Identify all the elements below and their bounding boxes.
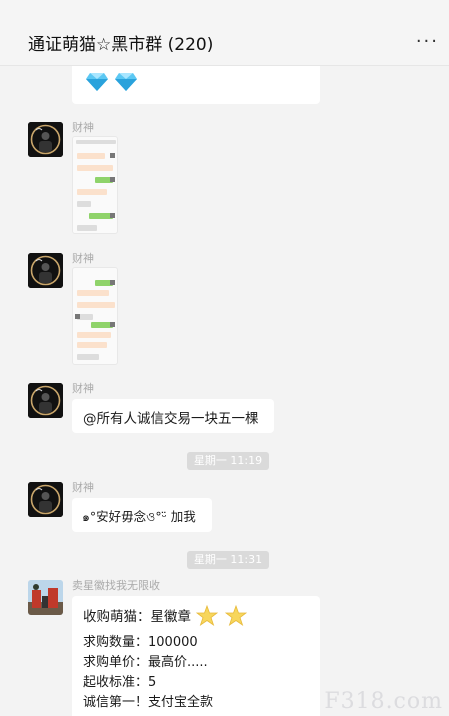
message-bubble[interactable]: @所有人诚信交易一块五一棵 [72, 399, 274, 433]
avatar-caishen[interactable] [28, 253, 63, 288]
diamond-icon [86, 73, 108, 91]
watermark: F318.com [324, 689, 443, 714]
chat-header: 通证萌猫☆黑市群 (220) ... [0, 0, 449, 66]
message-line: 诚信第一！支付宝全款 [83, 695, 214, 710]
message-bubble-poster[interactable]: 收购萌猫：星徽章 求购数量：100000 求购单价：最高价..... 起收标准：… [72, 596, 320, 716]
message-line: 求购单价：最高价..... [83, 655, 208, 670]
message-line: 起收标准：5 [83, 675, 157, 690]
message-line: 收购萌猫：星徽章 [83, 609, 191, 625]
message-list[interactable]: 财神 财神 财神 @所有人诚信交易一块五一棵 星期一 11:19 财神 ๑°安好… [0, 66, 449, 716]
message-text: ๑°安好毋念ও°ᵕ̈ 加我 [82, 509, 196, 524]
star-badge-icon [196, 605, 218, 627]
message-bubble[interactable]: ๑°安好毋念ও°ᵕ̈ 加我 [72, 498, 212, 532]
avatar-seller[interactable] [28, 580, 63, 615]
diamond-icon [115, 73, 137, 91]
timestamp: 星期一 11:31 [187, 551, 269, 569]
screenshot-image[interactable] [72, 136, 118, 234]
message-line: 求购数量：100000 [83, 635, 198, 650]
more-options-button[interactable]: ... [416, 26, 439, 47]
avatar-caishen[interactable] [28, 383, 63, 418]
sender-name: 卖星徽找我无限收 [72, 579, 160, 592]
sender-name: 财神 [72, 481, 94, 494]
message-text: @所有人诚信交易一块五一棵 [83, 411, 259, 427]
star-badge-icon [225, 605, 247, 627]
sender-name: 财神 [72, 121, 94, 134]
sender-name: 财神 [72, 382, 94, 395]
sender-name: 财神 [72, 252, 94, 265]
avatar-caishen[interactable] [28, 122, 63, 157]
avatar-caishen[interactable] [28, 482, 63, 517]
chat-title: 通证萌猫☆黑市群 (220) [28, 35, 214, 55]
screenshot-image[interactable] [72, 267, 118, 365]
message-bubble-diamonds[interactable] [72, 66, 320, 104]
timestamp: 星期一 11:19 [187, 452, 269, 470]
